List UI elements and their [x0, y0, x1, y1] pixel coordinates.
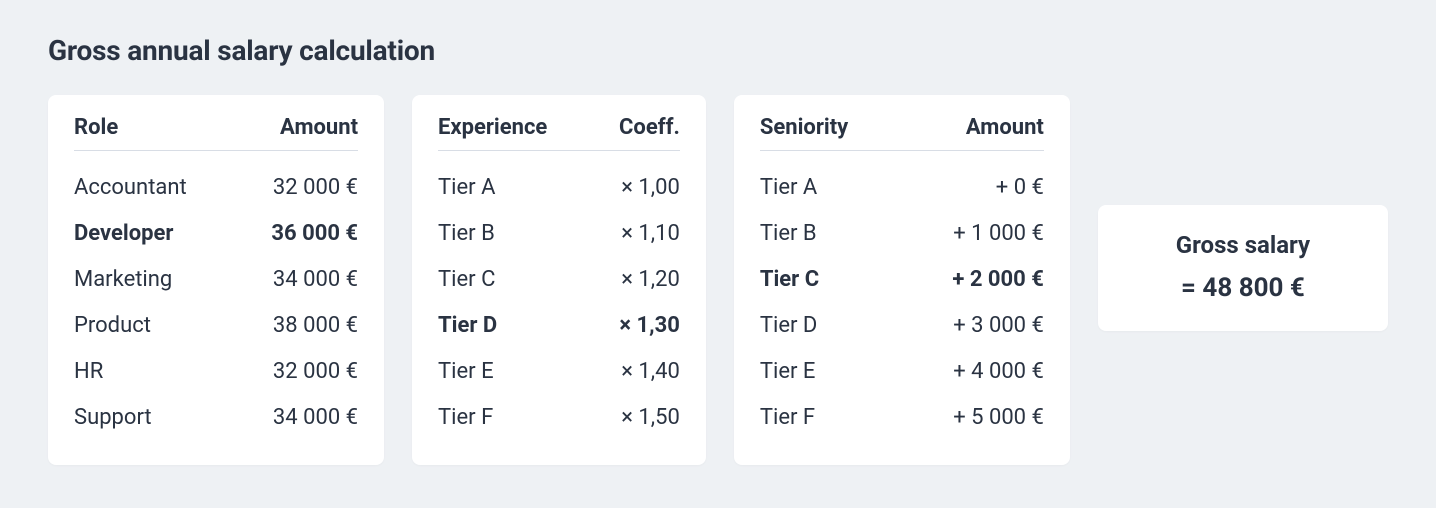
experience-row[interactable]: Tier C × 1,20 — [438, 257, 680, 303]
role-card: Role Amount Accountant 32 000 € Developer 3… — [48, 95, 384, 465]
page-title: Gross annual salary calculation — [48, 34, 1388, 67]
seniority-row[interactable]: Tier F + 5 000 € — [760, 395, 1044, 441]
role-row-label: Accountant — [74, 177, 187, 199]
seniority-card: Seniority Amount Tier A + 0 € Tier B + 1 00… — [734, 95, 1070, 465]
seniority-header-value: Amount — [966, 115, 1044, 140]
seniority-row-label: Tier F — [760, 407, 815, 429]
experience-row-value: × 1,10 — [621, 223, 680, 245]
experience-row-label: Tier F — [438, 407, 493, 429]
seniority-row-label: Tier C — [760, 269, 819, 291]
experience-row-value: × 1,20 — [621, 269, 680, 291]
experience-header: Experience Coeff. — [438, 115, 680, 151]
seniority-row[interactable]: Tier A + 0 € — [760, 165, 1044, 211]
seniority-row-label: Tier A — [760, 177, 817, 199]
experience-row[interactable]: Tier D × 1,30 — [438, 303, 680, 349]
role-row[interactable]: Support 34 000 € — [74, 395, 358, 441]
seniority-rows: Tier A + 0 € Tier B + 1 000 € Tier C + 2 000 … — [760, 165, 1044, 441]
experience-row[interactable]: Tier E × 1,40 — [438, 349, 680, 395]
experience-row[interactable]: Tier F × 1,50 — [438, 395, 680, 441]
experience-row-label: Tier E — [438, 361, 494, 383]
seniority-header: Seniority Amount — [760, 115, 1044, 151]
experience-rows: Tier A× 1,00Tier B× 1,10Tier C× 1,20Tier… — [438, 165, 680, 441]
experience-row-value: × 1,50 — [621, 407, 680, 429]
role-row[interactable]: Accountant 32 000 € — [74, 165, 358, 211]
seniority-row-value: + 1 000 € — [953, 223, 1044, 245]
seniority-row[interactable]: Tier D + 3 000 € — [760, 303, 1044, 349]
role-row[interactable]: Marketing 34 000 € — [74, 257, 358, 303]
seniority-row[interactable]: Tier C + 2 000 € — [760, 257, 1044, 303]
experience-row-label: Tier C — [438, 269, 495, 291]
seniority-row-label: Tier E — [760, 361, 816, 383]
seniority-row-label: Tier B — [760, 223, 817, 245]
role-header: Role Amount — [74, 115, 358, 151]
role-header-label: Role — [74, 115, 118, 140]
seniority-row-value: + 0 € — [996, 177, 1044, 199]
role-row[interactable]: HR 32 000 € — [74, 349, 358, 395]
role-row-label: Developer — [74, 223, 173, 245]
experience-row-label: Tier D — [438, 315, 497, 337]
role-row-label: Product — [74, 315, 151, 337]
role-row[interactable]: Product 38 000 € — [74, 303, 358, 349]
seniority-row-value: + 5 000 € — [953, 407, 1044, 429]
experience-header-label: Experience — [438, 115, 547, 140]
role-row-label: Marketing — [74, 269, 172, 291]
role-header-value: Amount — [280, 115, 358, 140]
seniority-row[interactable]: Tier B + 1 000 € — [760, 211, 1044, 257]
role-row[interactable]: Developer 36 000 € — [74, 211, 358, 257]
experience-row[interactable]: Tier B × 1,10 — [438, 211, 680, 257]
experience-card: Experience Coeff. Tier A × 1,00 Tier B × 1,… — [412, 95, 706, 465]
experience-row[interactable]: Tier A × 1,00 — [438, 165, 680, 211]
calculator-columns: Role Amount Accountant 32 000 € Developer 3… — [48, 95, 1388, 465]
experience-row-label: Tier A — [438, 177, 495, 199]
role-rows: Accountant 32 000 € Developer 36 000 € Marke… — [74, 165, 358, 441]
experience-header-value: Coeff. — [619, 115, 680, 140]
seniority-header-label: Seniority — [760, 115, 848, 140]
seniority-row[interactable]: Tier E + 4 000 € — [760, 349, 1044, 395]
experience-row-value: × 1,00 — [621, 177, 680, 199]
role-row-label: HR — [74, 361, 103, 383]
seniority-row-value: + 2 000 € — [952, 269, 1044, 291]
role-row-value: 32 000 € — [273, 361, 358, 383]
role-row-value: 34 000 € — [273, 407, 358, 429]
seniority-row-value: + 4 000 € — [953, 361, 1044, 383]
role-row-value: 38 000 € — [273, 315, 358, 337]
result-card: Gross salary = 48 800 € — [1098, 205, 1388, 331]
seniority-row-label: Tier D — [760, 315, 818, 337]
seniority-row-value: + 3 000 € — [953, 315, 1044, 337]
role-row-value: 32 000 € — [273, 177, 358, 199]
experience-row-label: Tier B — [438, 223, 495, 245]
role-row-label: Support — [74, 407, 152, 429]
experience-row-value: × 1,30 — [619, 315, 679, 337]
experience-row-value: × 1,40 — [621, 361, 680, 383]
result-value: = 48 800 € — [1126, 273, 1360, 303]
role-row-value: 36 000 € — [271, 223, 358, 245]
role-row-value: 34 000 € — [273, 269, 358, 291]
result-label: Gross salary — [1126, 231, 1360, 259]
